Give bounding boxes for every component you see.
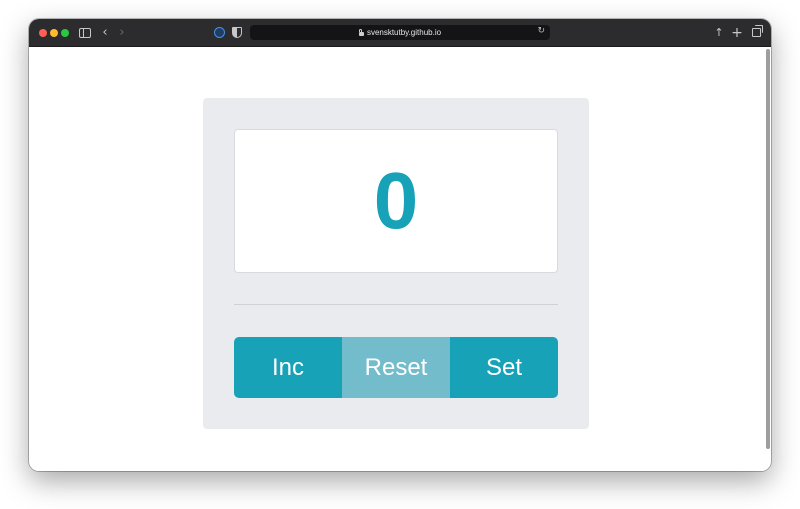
browser-window: ‹ › svensktutby.github.io ↻ ↑ + 0 Inc Re… [29, 19, 771, 471]
extension-icon[interactable] [213, 24, 225, 41]
back-icon[interactable]: ‹ [99, 24, 111, 41]
set-button[interactable]: Set [450, 337, 558, 398]
divider [234, 304, 558, 305]
address-bar[interactable]: svensktutby.github.io ↻ [250, 25, 550, 40]
zoom-window-button[interactable] [61, 29, 69, 37]
reset-button[interactable]: Reset [342, 337, 450, 398]
tabs-overview-icon[interactable] [750, 24, 763, 41]
reload-icon[interactable]: ↻ [537, 26, 545, 36]
browser-toolbar: ‹ › svensktutby.github.io ↻ ↑ + [29, 19, 771, 47]
address-text: svensktutby.github.io [366, 28, 442, 37]
scrollbar[interactable] [766, 49, 770, 449]
minimize-window-button[interactable] [50, 29, 58, 37]
counter-display: 0 [234, 129, 558, 273]
lock-icon [358, 28, 364, 36]
share-icon[interactable]: ↑ [713, 24, 725, 41]
forward-icon[interactable]: › [116, 24, 128, 41]
counter-value: 0 [373, 156, 419, 245]
counter-card: 0 Inc Reset Set [203, 98, 589, 429]
shield-icon[interactable] [232, 24, 242, 41]
page-viewport: 0 Inc Reset Set [29, 47, 771, 471]
inc-button[interactable]: Inc [234, 337, 342, 398]
sidebar-icon[interactable] [78, 24, 92, 41]
close-window-button[interactable] [39, 29, 47, 37]
new-tab-icon[interactable]: + [731, 24, 743, 41]
button-group: Inc Reset Set [234, 337, 558, 398]
